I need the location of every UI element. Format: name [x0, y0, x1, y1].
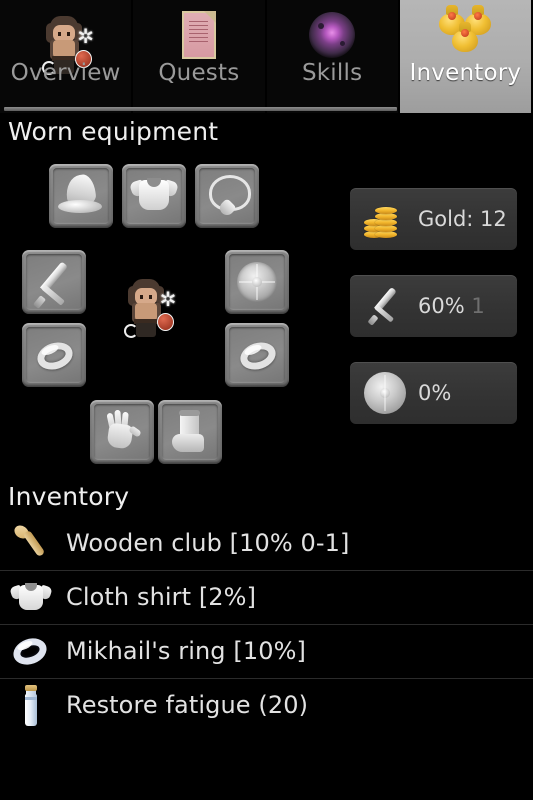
tab-quests[interactable]: Quests: [133, 0, 267, 113]
ring-icon: [8, 628, 54, 674]
list-item[interactable]: Mikhail's ring [10%]: [0, 623, 533, 678]
magic-orb-icon: [309, 12, 356, 58]
inventory-section: Inventory Wooden club [10% 0-1] Cloth sh…: [0, 478, 533, 732]
wooden-club-icon: [8, 520, 54, 566]
worn-equipment-grid: ✲ Gold: 12 60% 1 0%: [0, 147, 533, 477]
tab-underline: [4, 107, 397, 111]
tab-overview-icon-wrap: ✲: [0, 4, 131, 75]
equip-slot-neck[interactable]: [195, 163, 259, 228]
stat-attack-percent: 60%: [418, 293, 465, 318]
inventory-title: Inventory: [8, 482, 130, 511]
ring-icon: [236, 337, 280, 374]
inventory-list: Wooden club [10% 0-1] Cloth shirt [2%] M…: [0, 516, 533, 732]
sparkle-icon: ✲: [77, 24, 94, 48]
stat-attack-value: 60% 1: [418, 294, 485, 318]
inventory-item-label: Restore fatigue (20): [66, 691, 309, 720]
stat-gold-value: Gold: 12: [418, 206, 507, 231]
list-item[interactable]: Cloth shirt [2%]: [0, 569, 533, 624]
tab-inventory-icon-wrap: [400, 4, 531, 66]
tab-inventory[interactable]: Inventory: [399, 0, 533, 113]
equip-slot-shield[interactable]: [225, 249, 289, 314]
tab-bar: ✲ Overview Quests Skills Inventory: [0, 0, 533, 113]
equip-slot-head[interactable]: [49, 163, 113, 228]
inventory-item-label: Wooden club [10% 0-1]: [66, 528, 350, 557]
shield-icon: [362, 370, 408, 416]
equip-slot-feet[interactable]: [158, 399, 222, 464]
tab-skills-icon-wrap: [267, 4, 398, 66]
stat-panel-defence[interactable]: 0%: [350, 361, 517, 424]
stat-attack-suffix: 1: [471, 293, 485, 318]
sparkle-icon: ✲: [159, 286, 177, 311]
stat-defence-value: 0%: [418, 380, 452, 405]
equip-slot-hands[interactable]: [90, 399, 154, 464]
ring-icon: [33, 337, 77, 374]
cloth-shirt-icon: [8, 574, 54, 620]
hero-sprite-icon: ✲: [122, 277, 176, 339]
potion-vial-icon: [8, 682, 54, 728]
pouch-icon: [157, 312, 174, 331]
sword-icon: [362, 283, 408, 329]
tab-overview[interactable]: ✲ Overview: [0, 0, 134, 113]
character-portrait: ✲: [122, 267, 176, 338]
inventory-item-label: Mikhail's ring [10%]: [66, 637, 306, 666]
tab-skills-label: Skills: [301, 60, 363, 86]
stat-panel-attack[interactable]: 60% 1: [350, 274, 517, 337]
equip-slot-weapon[interactable]: [22, 249, 86, 314]
list-item[interactable]: Restore fatigue (20): [0, 677, 533, 732]
equip-slot-ring-left[interactable]: [22, 322, 86, 387]
tab-skills[interactable]: Skills: [266, 0, 400, 113]
tab-inventory-label: Inventory: [409, 60, 522, 86]
list-item[interactable]: Wooden club [10% 0-1]: [0, 516, 533, 570]
tab-quests-label: Quests: [158, 60, 240, 86]
glove-icon: [106, 422, 134, 450]
tab-quests-icon-wrap: [133, 4, 264, 66]
gold-pouches-icon: [437, 5, 493, 60]
stat-panel-gold[interactable]: Gold: 12: [350, 187, 517, 250]
scroll-icon: [181, 11, 216, 59]
worn-equipment-title: Worn equipment: [8, 117, 219, 146]
tab-overview-label: Overview: [10, 60, 121, 86]
inventory-item-label: Cloth shirt [2%]: [66, 583, 257, 612]
equip-slot-ring-right[interactable]: [225, 322, 289, 387]
equip-slot-body[interactable]: [122, 163, 186, 228]
gold-coins-icon: [362, 196, 408, 242]
